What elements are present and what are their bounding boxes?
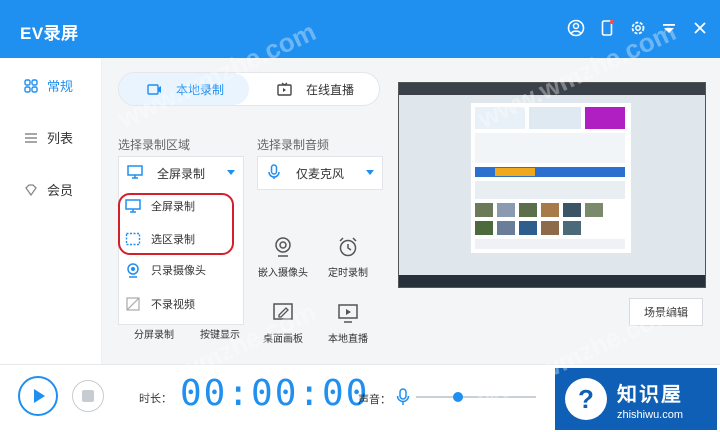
sidebar: 常规 列表 会员	[0, 58, 102, 364]
tab-label: 本地录制	[176, 82, 225, 97]
watermark-logo: ? 知识屋 zhishiwu.com	[555, 368, 717, 430]
volume-label: 声音：	[358, 394, 391, 406]
watermark-title: 知识屋	[617, 383, 683, 406]
option-label: 不录视频	[151, 299, 195, 311]
close-icon[interactable]	[690, 18, 710, 38]
key-display-link[interactable]: 按键显示	[200, 326, 240, 341]
option-camera-only[interactable]: 只录摄像头	[125, 259, 206, 281]
tool-local-live[interactable]: 本地直播	[315, 302, 381, 345]
play-screen-icon	[338, 304, 358, 323]
microphone-icon	[266, 163, 282, 183]
preview-screen	[398, 82, 706, 288]
settings-icon[interactable]	[628, 18, 648, 38]
lightbulb-icon: ?	[565, 378, 607, 420]
record-area-selected: 全屏录制	[157, 166, 206, 181]
sidebar-item-label: 常规	[47, 79, 74, 94]
mode-tabs: 本地录制 在线直播	[118, 72, 380, 106]
record-area-select[interactable]: 全屏录制	[118, 156, 244, 190]
grid-icon	[24, 78, 38, 93]
tool-label: 桌面画板	[263, 334, 303, 345]
tool-embed-camera[interactable]: 嵌入摄像头	[250, 236, 316, 279]
audio-select[interactable]: 仅麦克风	[257, 156, 383, 190]
tool-timed-record[interactable]: 定时录制	[315, 236, 381, 279]
play-icon	[34, 389, 45, 403]
chevron-down-icon	[366, 170, 374, 175]
list-icon	[25, 132, 37, 143]
pen-icon	[273, 303, 293, 320]
sidebar-item-label: 列表	[47, 131, 74, 146]
tool-label: 嵌入摄像头	[258, 268, 308, 279]
title-bar: EV录屏	[0, 0, 720, 58]
webcam-icon	[275, 237, 291, 257]
watermark-subtitle: zhishiwu.com	[617, 408, 684, 421]
monitor-icon	[127, 164, 143, 183]
main-panel: 本地录制 在线直播 选择录制区域 全屏录制 全屏录制 选区录制 只录摄像头 不录…	[102, 58, 720, 364]
app-window: EV录屏 常规 列表 会员 本地录制 在线直播 选择录制区域 全屏录制 全屏录制…	[0, 0, 720, 432]
desktop-preview-image	[399, 83, 705, 287]
stop-button[interactable]	[72, 380, 104, 412]
split-screen-link[interactable]: 分屏录制	[134, 326, 174, 341]
stop-icon	[82, 390, 94, 402]
audio-selected: 仅麦克风	[296, 166, 345, 181]
tab-local-record[interactable]: 本地录制	[119, 73, 249, 105]
user-icon[interactable]	[566, 18, 586, 38]
app-title: EV录屏	[20, 24, 79, 43]
webcam-icon	[127, 263, 139, 278]
record-area-label: 选择录制区域	[118, 138, 191, 152]
menu-icon[interactable]	[659, 18, 679, 38]
record-timer: 00:00:00	[180, 373, 370, 414]
phone-icon[interactable]	[597, 18, 617, 38]
scene-edit-button[interactable]: 场景编辑	[629, 298, 703, 326]
tab-label: 在线直播	[306, 82, 355, 97]
option-label: 只录摄像头	[151, 265, 206, 277]
chevron-down-icon	[227, 170, 235, 175]
volume-slider-track[interactable]	[416, 396, 536, 398]
diamond-icon	[25, 183, 37, 196]
tool-label: 定时录制	[328, 268, 368, 279]
sidebar-item-general[interactable]: 常规	[24, 76, 73, 95]
play-button[interactable]	[18, 376, 58, 416]
tab-online-live[interactable]: 在线直播	[249, 73, 379, 105]
highlight-annotation	[118, 193, 234, 255]
audio-label: 选择录制音频	[257, 138, 330, 152]
option-no-video[interactable]: 不录视频	[125, 293, 195, 315]
duration-label: 时长：	[139, 393, 172, 405]
sidebar-item-member[interactable]: 会员	[24, 180, 73, 199]
alarm-icon	[339, 237, 357, 257]
sidebar-item-list[interactable]: 列表	[24, 128, 73, 147]
volume-slider-handle[interactable]	[453, 392, 463, 402]
sidebar-item-label: 会员	[47, 183, 74, 198]
tool-desktop-board[interactable]: 桌面画板	[250, 302, 316, 345]
record-icon	[147, 83, 161, 95]
no-video-icon	[126, 297, 140, 311]
tool-label: 本地直播	[328, 334, 368, 345]
microphone-icon	[396, 388, 410, 405]
tv-icon	[277, 82, 292, 96]
